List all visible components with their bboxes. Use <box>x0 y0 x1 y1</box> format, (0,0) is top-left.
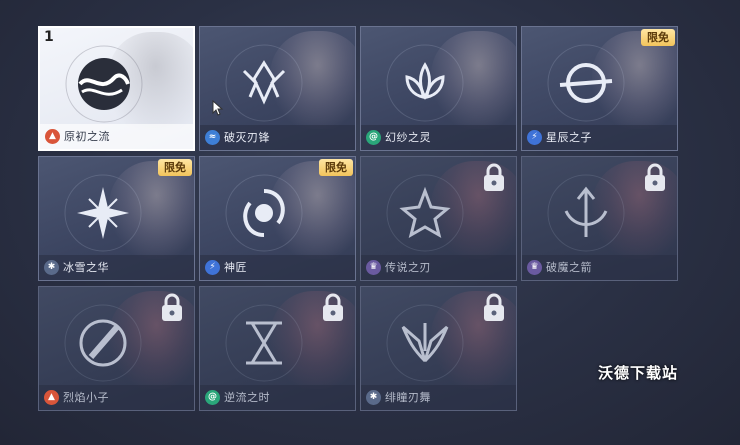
fire-school-icon: ▲ <box>45 129 60 144</box>
water-school-icon: ≈ <box>205 130 220 145</box>
skin-name: 破魔之箭 <box>546 261 592 274</box>
wing-blade-emblem <box>383 301 467 385</box>
skin-card-2[interactable]: ≈ 破灭刃锋 <box>199 26 356 151</box>
free-trial-badge: 限免 <box>158 159 192 176</box>
snowflake-emblem <box>61 171 145 255</box>
hourglass-emblem <box>222 301 306 385</box>
slot-number: 1 <box>44 29 54 45</box>
skin-label-bar: ▲ 烈焰小子 <box>39 385 194 410</box>
lock-icon <box>482 163 506 193</box>
skin-card-9[interactable]: ▲ 烈焰小子 <box>38 286 195 411</box>
lock-icon <box>160 293 184 323</box>
free-trial-badge: 限免 <box>641 29 675 46</box>
skin-label-bar: ≈ 破灭刃锋 <box>200 125 355 150</box>
skin-label-bar: ⚡ 星辰之子 <box>522 125 677 150</box>
skin-card-1[interactable]: 1 ▲ 原初之流 <box>38 26 195 151</box>
free-trial-badge: 限免 <box>319 159 353 176</box>
skin-label-bar: ✱ 冰雪之华 <box>39 255 194 280</box>
flame-slash-emblem <box>61 301 145 385</box>
skin-name: 传说之刃 <box>385 261 431 274</box>
skin-card-8[interactable]: ♛ 破魔之箭 <box>521 156 678 281</box>
wave-orb-emblem <box>62 42 146 126</box>
arrow-bow-emblem <box>544 171 628 255</box>
skin-label-bar: @ 幻纱之灵 <box>361 125 516 150</box>
fire-school-icon: ▲ <box>44 390 59 405</box>
ice-school-icon: ✱ <box>44 260 59 275</box>
skin-name: 神匠 <box>224 261 247 274</box>
skin-name: 逆流之时 <box>224 391 270 404</box>
wind-school-icon: @ <box>205 390 220 405</box>
thunder-school-icon: ⚡ <box>205 260 220 275</box>
skin-card-10[interactable]: @ 逆流之时 <box>199 286 356 411</box>
skin-label-bar: ♛ 破魔之箭 <box>522 255 677 280</box>
skin-card-3[interactable]: @ 幻纱之灵 <box>360 26 517 151</box>
skin-card-11[interactable]: ✱ 绯瞳刃舞 <box>360 286 517 411</box>
skin-name: 绯瞳刃舞 <box>385 391 431 404</box>
swirl-eye-emblem <box>222 171 306 255</box>
thunder-school-icon: ⚡ <box>527 130 542 145</box>
skin-label-bar: ⚡ 神匠 <box>200 255 355 280</box>
skin-card-7[interactable]: ♛ 传说之刃 <box>360 156 517 281</box>
skin-card-5[interactable]: 限免 ✱ 冰雪之华 <box>38 156 195 281</box>
lock-icon <box>643 163 667 193</box>
skin-label-bar: ✱ 绯瞳刃舞 <box>361 385 516 410</box>
ice-school-icon: ✱ <box>366 390 381 405</box>
skin-name: 星辰之子 <box>546 131 592 144</box>
skin-name: 冰雪之华 <box>63 261 109 274</box>
crystal-crown-emblem <box>222 41 306 125</box>
dark-school-icon: ♛ <box>366 260 381 275</box>
skin-name: 破灭刃锋 <box>224 131 270 144</box>
skin-name: 幻纱之灵 <box>385 131 431 144</box>
skin-name: 原初之流 <box>64 130 110 143</box>
lotus-emblem <box>383 41 467 125</box>
planet-ring-emblem <box>544 41 628 125</box>
flower-star-emblem <box>383 171 467 255</box>
skin-name: 烈焰小子 <box>63 391 109 404</box>
skin-label-bar: @ 逆流之时 <box>200 385 355 410</box>
lock-icon <box>321 293 345 323</box>
dark-school-icon: ♛ <box>527 260 542 275</box>
skin-label-bar: ♛ 传说之刃 <box>361 255 516 280</box>
lock-icon <box>482 293 506 323</box>
skin-card-6[interactable]: 限免 ⚡ 神匠 <box>199 156 356 281</box>
skin-card-4[interactable]: 限免 ⚡ 星辰之子 <box>521 26 678 151</box>
mouse-cursor-icon <box>212 99 224 116</box>
watermark: 沃德下载站 <box>598 364 679 382</box>
wind-school-icon: @ <box>366 130 381 145</box>
skin-label-bar: ▲ 原初之流 <box>40 124 193 149</box>
